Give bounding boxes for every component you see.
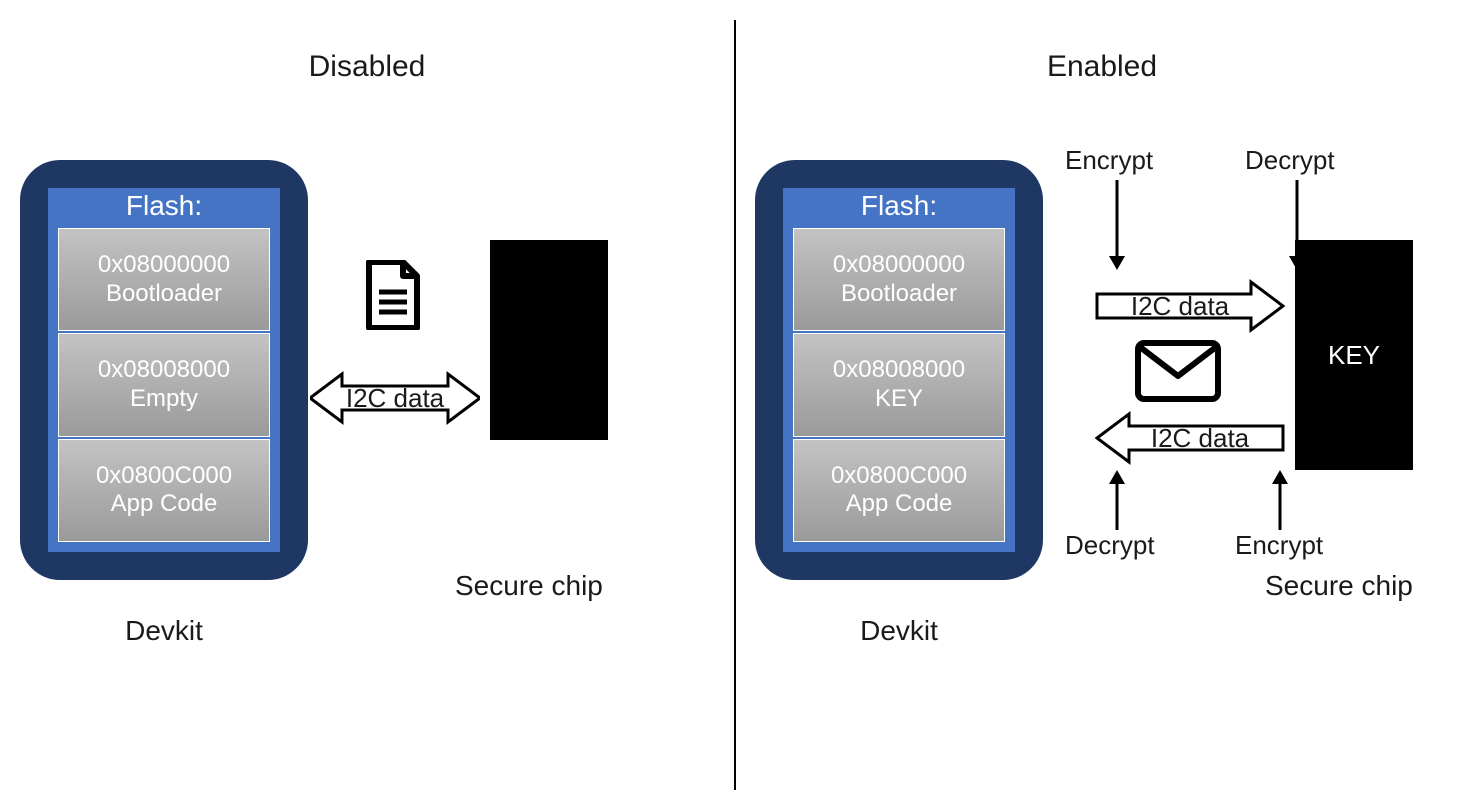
label-decrypt-bl: Decrypt (1065, 530, 1155, 561)
flash-header: Flash: (48, 188, 280, 228)
flash-sections: 0x08000000 Bootloader 0x08008000 KEY 0x0… (783, 228, 1015, 552)
flash-empty: 0x08008000 Empty (58, 333, 270, 436)
devkit-inner: Flash: 0x08000000 Bootloader 0x08008000 … (48, 188, 280, 552)
flash-addr: 0x0800C000 (794, 462, 1004, 491)
flash-addr: 0x08008000 (794, 356, 1004, 385)
i2c-arrow-right: I2C data (1095, 278, 1285, 334)
flash-addr: 0x0800C000 (59, 462, 269, 491)
title-enabled: Enabled (735, 50, 1469, 84)
arrow-up-icon (1270, 470, 1290, 535)
label-encrypt-br: Encrypt (1235, 530, 1323, 561)
secure-chip-enabled: KEY (1295, 240, 1413, 470)
envelope-icon (1135, 340, 1221, 407)
flash-key: 0x08008000 KEY (793, 333, 1005, 436)
label-decrypt-tr: Decrypt (1245, 145, 1335, 176)
flash-addr: 0x08000000 (59, 251, 269, 280)
flash-bootloader: 0x08000000 Bootloader (793, 228, 1005, 331)
devkit-enabled: Flash: 0x08000000 Bootloader 0x08008000 … (755, 160, 1043, 580)
flash-name: Empty (59, 385, 269, 414)
flash-name: App Code (794, 490, 1004, 519)
devkit-label: Devkit (20, 615, 308, 647)
devkit-disabled: Flash: 0x08000000 Bootloader 0x08008000 … (20, 160, 308, 580)
title-disabled: Disabled (0, 50, 734, 84)
flash-bootloader: 0x08000000 Bootloader (58, 228, 270, 331)
arrow-down-icon (1287, 180, 1307, 275)
flash-addr: 0x08000000 (794, 251, 1004, 280)
document-icon (363, 260, 423, 335)
flash-appcode: 0x0800C000 App Code (58, 439, 270, 542)
flash-addr: 0x08008000 (59, 356, 269, 385)
flash-header: Flash: (783, 188, 1015, 228)
flash-name: KEY (794, 385, 1004, 414)
panel-disabled: Disabled Flash: 0x08000000 Bootloader 0x… (0, 0, 734, 810)
flash-name: Bootloader (59, 280, 269, 309)
secure-chip-disabled (490, 240, 608, 440)
flash-name: Bootloader (794, 280, 1004, 309)
label-encrypt-tl: Encrypt (1065, 145, 1153, 176)
flash-name: App Code (59, 490, 269, 519)
panel-enabled: Enabled Flash: 0x08000000 Bootloader 0x0… (735, 0, 1469, 810)
chip-text: KEY (1328, 340, 1380, 371)
secure-chip-label: Secure chip (455, 570, 603, 602)
secure-chip-label: Secure chip (1265, 570, 1413, 602)
i2c-arrow-bidir: I2C data (310, 370, 480, 426)
devkit-inner: Flash: 0x08000000 Bootloader 0x08008000 … (783, 188, 1015, 552)
flash-appcode: 0x0800C000 App Code (793, 439, 1005, 542)
i2c-arrow-left: I2C data (1095, 410, 1285, 466)
flash-sections: 0x08000000 Bootloader 0x08008000 Empty 0… (48, 228, 280, 552)
arrow-up-icon (1107, 470, 1127, 535)
devkit-label: Devkit (755, 615, 1043, 647)
arrow-down-icon (1107, 180, 1127, 275)
